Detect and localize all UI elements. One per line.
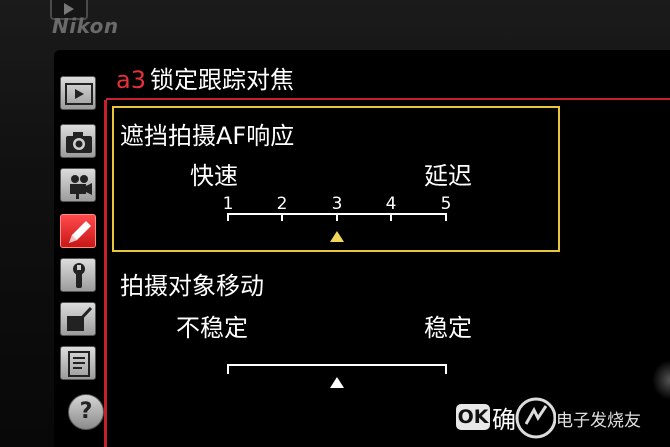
tab-playback[interactable] <box>60 76 96 110</box>
watermark-logo-icon <box>515 397 556 439</box>
page-title: a3 锁定跟踪对焦 <box>116 60 294 95</box>
scale-tick <box>445 364 447 374</box>
scale-tick <box>227 364 229 374</box>
menu-title: 锁定跟踪对焦 <box>149 66 294 94</box>
scale-right-label: 延迟 <box>424 162 472 190</box>
help-icon[interactable]: ? <box>68 394 104 430</box>
setting-label-subject-motion: 拍摄对象移动 <box>120 272 264 300</box>
setting-label: 遮挡拍摄AF响应 <box>120 122 295 150</box>
movie-camera-icon <box>70 175 92 199</box>
scale-number: 4 <box>385 194 397 214</box>
scale-tick <box>445 213 447 221</box>
scale-tick <box>390 213 392 221</box>
scale-tick <box>336 213 338 221</box>
watermark: 电子发烧友 <box>512 388 670 447</box>
selection-marker-icon <box>330 231 344 242</box>
edge-glare <box>652 360 670 400</box>
scale-number: 5 <box>440 194 452 214</box>
wrench-icon <box>73 263 85 288</box>
my-menu-icon <box>68 351 90 377</box>
menu-code: a3 <box>116 66 146 94</box>
sidebar-divider <box>104 100 107 447</box>
ok-button[interactable]: OK <box>456 404 490 430</box>
scale-left-label: 快速 <box>190 162 238 190</box>
subject-motion-slider[interactable] <box>228 364 447 366</box>
scale-number: 2 <box>276 194 288 214</box>
tab-shooting[interactable] <box>60 124 96 158</box>
brand-logo: Nikon <box>52 14 119 38</box>
tab-movie[interactable] <box>60 168 96 202</box>
scale-tick <box>281 213 283 221</box>
tab-setup[interactable] <box>60 258 96 292</box>
tab-custom-settings[interactable] <box>60 214 96 248</box>
scale-right-label: 稳定 <box>424 314 472 342</box>
title-divider <box>106 98 670 100</box>
tab-retouch[interactable] <box>60 302 96 336</box>
scale-number: 3 <box>331 194 343 214</box>
selection-marker-icon <box>330 377 344 388</box>
scale-tick <box>227 213 229 221</box>
tab-my-menu[interactable] <box>60 346 96 380</box>
retouch-icon <box>67 306 93 331</box>
scale-number: 1 <box>222 194 234 214</box>
camera-icon <box>66 132 92 153</box>
playback-icon <box>65 83 93 105</box>
watermark-text: 电子发烧友 <box>556 411 641 431</box>
scale-left-label: 不稳定 <box>176 314 248 342</box>
pencil-icon <box>69 221 91 243</box>
